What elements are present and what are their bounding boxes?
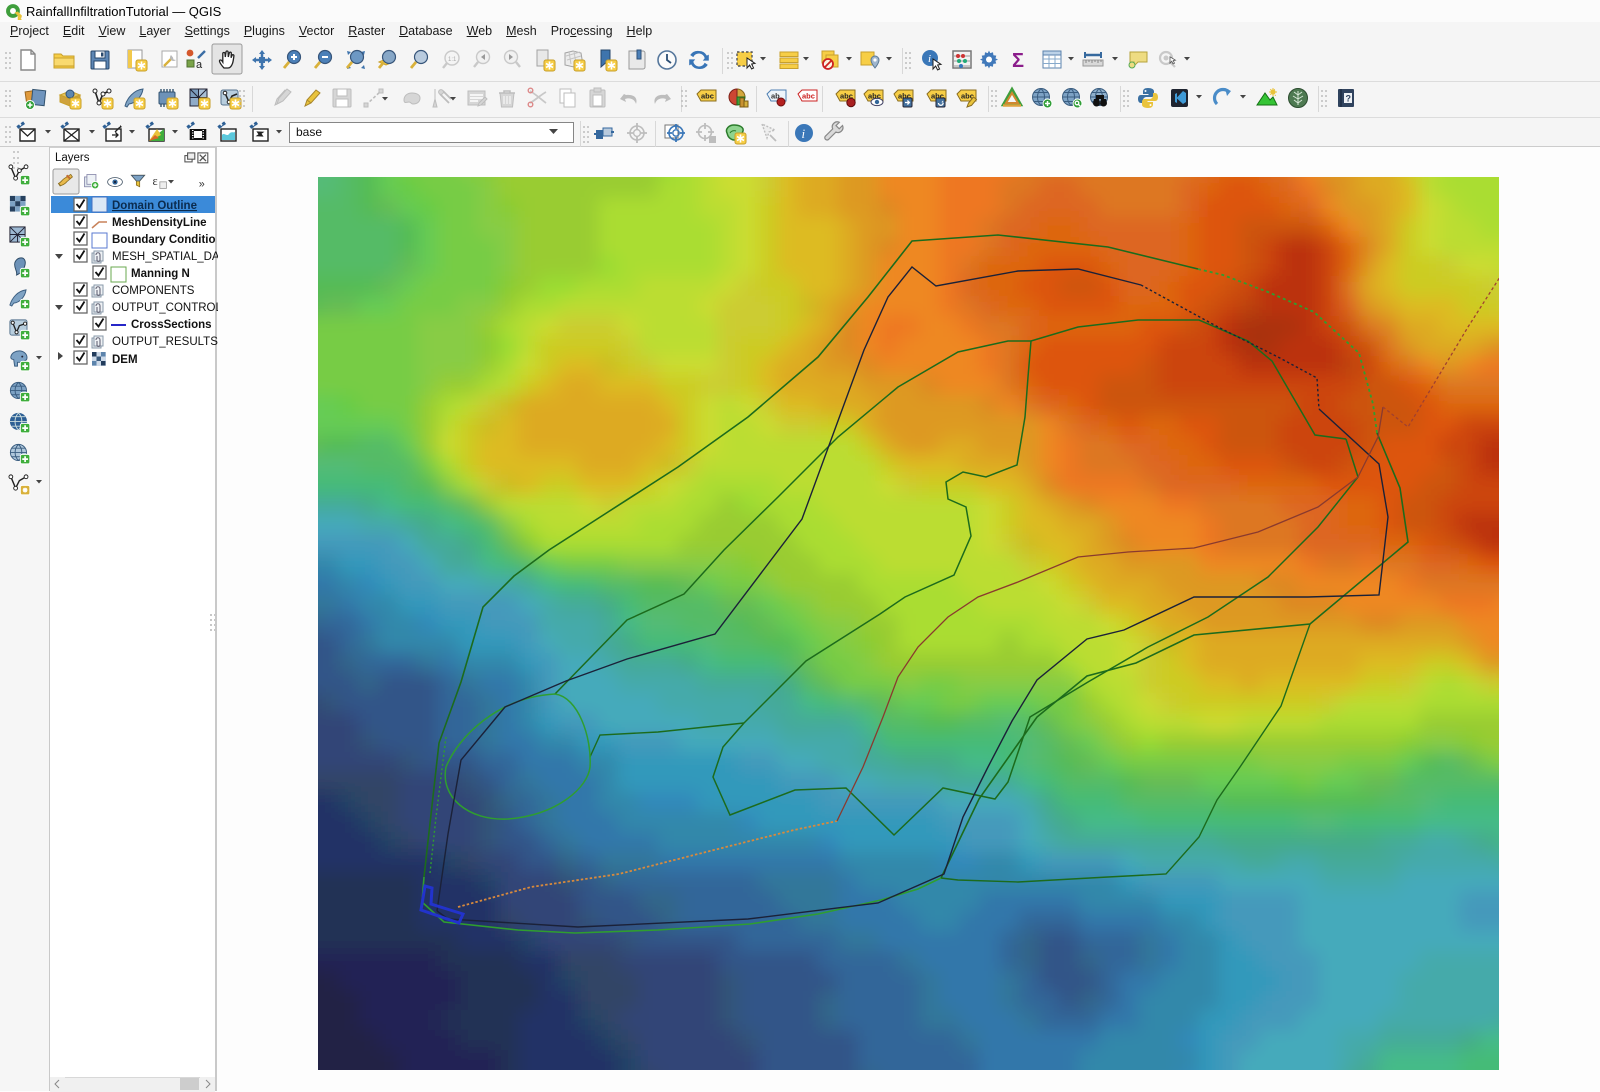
svg-text:CrossSections: CrossSections [131,319,212,331]
svg-text:OUTPUT_CONTROL: OUTPUT_CONTROL [112,302,218,314]
svg-text:Domain Outline: Domain Outline [112,200,197,212]
svg-text:COMPONENTS: COMPONENTS [112,285,195,297]
svg-text:MeshDensityLine: MeshDensityLine [112,217,207,229]
svg-text:Manning N: Manning N [131,268,190,280]
svg-text:i: i [802,126,806,141]
svg-text:OUTPUT_RESULTS: OUTPUT_RESULTS [112,336,218,348]
svg-text:Boundary Conditio: Boundary Conditio [112,234,216,246]
svg-text:MESH_SPATIAL_DAT.: MESH_SPATIAL_DAT. [112,251,218,263]
svg-text:DEM: DEM [112,354,138,366]
